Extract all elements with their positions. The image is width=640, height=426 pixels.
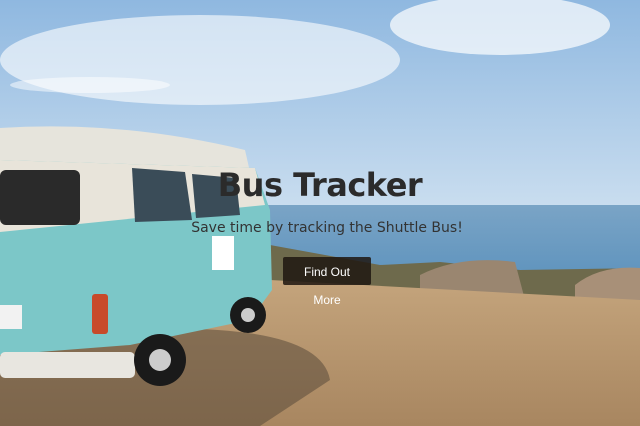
page-title: Bus Tracker — [217, 166, 423, 204]
hero-subtitle: Save time by tracking the Shuttle Bus! — [191, 220, 463, 236]
find-out-more-button[interactable]: Find Out More — [283, 257, 371, 307]
hero-background-image — [0, 0, 640, 426]
